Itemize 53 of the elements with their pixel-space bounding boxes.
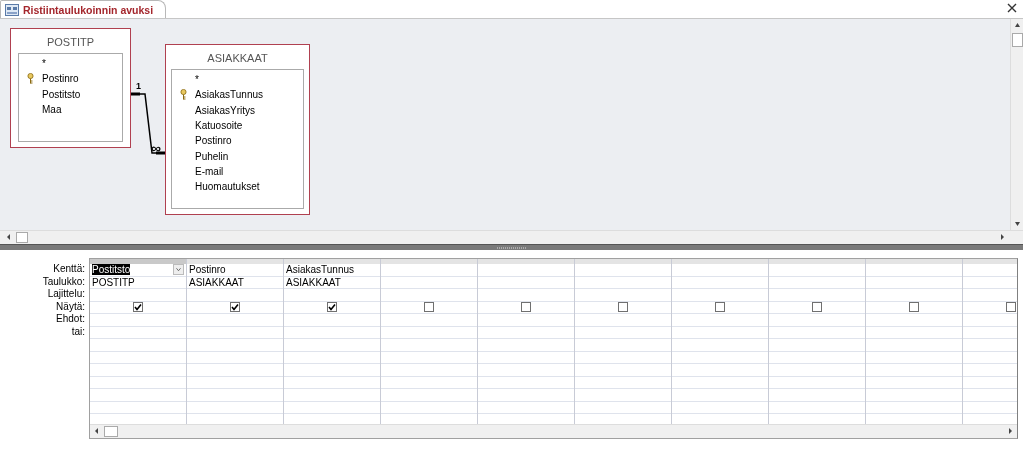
field-name[interactable]: AsiakasYritys [195,104,255,116]
table-title: ASIAKKAAT [207,52,268,64]
show-checkbox[interactable] [327,302,337,313]
field-name[interactable]: * [42,58,46,70]
field-cell[interactable]: Postitsto [92,264,131,276]
vertical-scrollbar[interactable] [1010,19,1023,230]
show-checkbox[interactable] [230,302,240,313]
row-label: Kenttä: [52,263,85,276]
scroll-thumb[interactable] [104,426,118,437]
row-label: tai: [70,325,85,338]
grip-icon[interactable] [496,246,527,249]
table-box[interactable]: POSTITP * Postinro Postitsto Maa [10,28,131,148]
show-checkbox[interactable] [812,302,822,313]
row-label: Lajittelu: [46,288,85,301]
row-label: Taulukko: [41,275,85,288]
show-checkbox[interactable] [715,302,725,313]
many-label: ∞ [151,141,161,155]
table-title: POSTITP [46,36,95,48]
field-name[interactable]: Postinro [42,73,79,85]
scroll-thumb[interactable] [1012,33,1023,47]
field-name[interactable]: Puhelin [195,150,229,162]
show-checkbox[interactable] [133,302,143,313]
field-name[interactable]: * [195,74,199,86]
show-checkbox[interactable] [521,302,531,313]
field-name[interactable]: E-mail [195,165,224,177]
show-checkbox[interactable] [618,302,628,313]
close-icon[interactable] [1007,3,1017,13]
table-box[interactable]: ASIAKKAAT * AsiakasTunnus AsiakasYritys Katuosoite Postinro Puhelin E-mail Huomautukset [165,44,310,215]
row-label: Näytä: [55,300,85,313]
horizontal-scrollbar[interactable] [0,230,1023,244]
show-checkbox[interactable] [909,302,919,313]
scroll-thumb[interactable] [16,232,28,243]
show-checkbox[interactable] [424,302,434,313]
field-cell[interactable]: Postinro [189,264,226,276]
field-name[interactable]: Postinro [195,135,232,147]
query-icon [5,3,19,16]
grid-scrollbar[interactable] [90,424,1017,438]
field-name[interactable]: AsiakasTunnus [195,89,263,101]
dropdown-icon[interactable] [173,264,184,275]
field-name[interactable]: Maa [42,104,62,116]
field-name[interactable]: Katuosoite [195,120,243,132]
table-cell[interactable]: ASIAKKAAT [189,276,244,288]
one-label: 1 [136,81,141,91]
field-name[interactable]: Huomautukset [195,181,260,193]
row-label: Ehdot: [55,313,85,326]
table-cell[interactable]: ASIAKKAAT [286,276,341,288]
show-checkbox[interactable] [1006,302,1016,313]
field-cell[interactable]: AsiakasTunnus [286,264,354,276]
table-cell[interactable]: POSTITP [92,276,135,288]
document-tab[interactable]: Ristiintaulukoinnin avuksi [0,0,167,18]
scroll-up-icon[interactable] [1012,21,1023,29]
scroll-down-icon[interactable] [1012,220,1023,228]
field-name[interactable]: Postitsto [42,88,81,100]
